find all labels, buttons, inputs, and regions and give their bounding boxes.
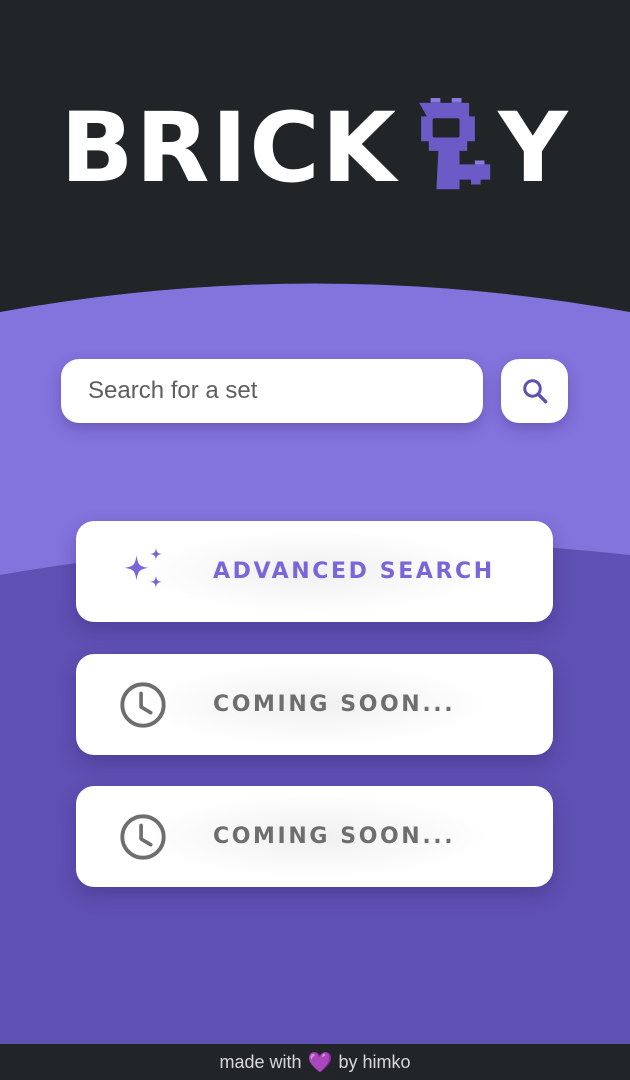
- brick-key-icon: [400, 93, 496, 203]
- heart-icon: 💜: [307, 1051, 333, 1074]
- coming-soon-button-1[interactable]: COMING SOON...: [76, 654, 553, 755]
- advanced-search-label: ADVANCED SEARCH: [213, 559, 495, 584]
- app-logo: BRICK Y: [0, 88, 630, 208]
- search-button[interactable]: [501, 359, 568, 423]
- search-icon: [522, 379, 547, 404]
- search-field[interactable]: [61, 359, 483, 423]
- clock-icon: [118, 680, 168, 730]
- coming-soon-label-2: COMING SOON...: [213, 824, 456, 849]
- search-input[interactable]: [86, 376, 483, 406]
- clock-icon: [118, 812, 168, 862]
- coming-soon-button-2[interactable]: COMING SOON...: [76, 786, 553, 887]
- sparkle-icon: [118, 547, 168, 597]
- logo-text-prefix: BRICK: [60, 92, 399, 204]
- footer: made with 💜 by himko: [0, 1044, 630, 1080]
- logo-text-suffix: Y: [498, 92, 570, 204]
- advanced-search-button[interactable]: ADVANCED SEARCH: [76, 521, 553, 622]
- footer-suffix: by himko: [338, 1051, 411, 1072]
- coming-soon-label-1: COMING SOON...: [213, 692, 456, 717]
- footer-prefix: made with: [219, 1051, 302, 1072]
